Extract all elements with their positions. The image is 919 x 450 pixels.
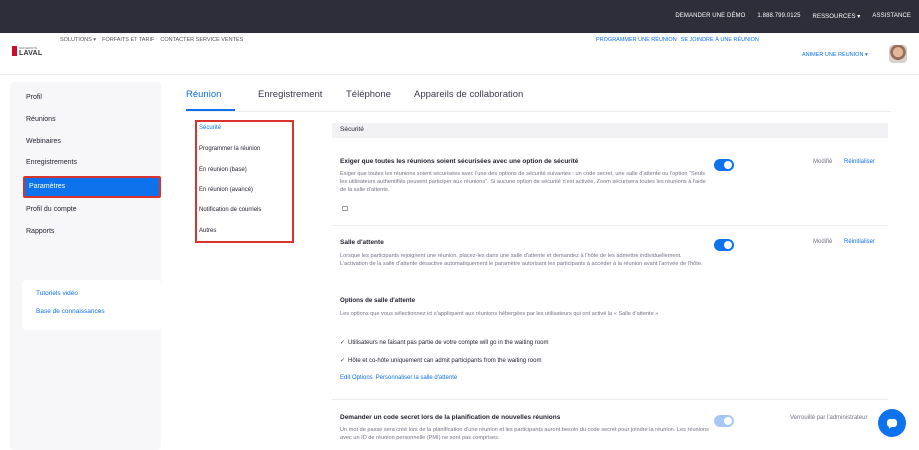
help-links-box <box>22 280 161 330</box>
sidebar-item-settings[interactable]: Paramètres <box>23 176 161 198</box>
require-passcode-desc: Un mot de passe sera créé lors de la pla… <box>340 427 709 441</box>
waiting-room-option-1-label: Utilisateurs ne faisant pas partie de vo… <box>348 340 549 346</box>
divider <box>332 399 888 400</box>
submenu-schedule-meeting[interactable]: Programmer la réunion <box>199 146 260 152</box>
settings-submenu <box>195 120 294 243</box>
avatar[interactable] <box>889 45 907 63</box>
active-tab-indicator <box>186 109 235 111</box>
video-tutorials-link[interactable]: Tutoriels vidéo <box>36 290 78 297</box>
require-passcode-title: Demander un code secret lors de la plani… <box>340 414 561 421</box>
schedule-meeting-link[interactable]: PROGRAMMER UNE RÉUNION <box>596 37 677 43</box>
sidebar-item-meetings[interactable]: Réunions <box>26 116 56 123</box>
info-icon <box>342 206 348 211</box>
customize-waiting-room-link[interactable]: Personnaliser la salle d'attente <box>376 375 458 381</box>
waiting-room-reset-link[interactable]: Réinitialiser <box>844 239 875 245</box>
waiting-room-desc: Lorsque les participants rejoignent une … <box>340 253 703 267</box>
waiting-room-toggle[interactable] <box>714 239 734 251</box>
main-nav: SOLUTIONS ▾ FORFAITS ET TARIF CONTACTER … <box>60 37 243 43</box>
top-bar: DEMANDER UNE DÉMO 1.888.799.0125 RESSOUR… <box>0 0 919 33</box>
top-links: DEMANDER UNE DÉMO 1.888.799.0125 RESSOUR… <box>675 13 911 20</box>
tab-meeting[interactable]: Réunion <box>186 89 221 100</box>
divider <box>332 225 888 226</box>
sidebar-item-settings-label: Paramètres <box>29 183 66 190</box>
nav-pricing[interactable]: FORFAITS ET TARIF <box>102 37 154 43</box>
nav-contact-sales[interactable]: CONTACTER SERVICE VENTES <box>160 37 243 43</box>
require-security-status: Modifié <box>813 159 833 165</box>
sidebar-item-recordings[interactable]: Enregistrements <box>26 159 77 166</box>
request-demo-link[interactable]: DEMANDER UNE DÉMO <box>675 13 745 20</box>
require-security-title: Exiger que toutes les réunions soient sé… <box>340 158 579 165</box>
sidebar-item-account-profile[interactable]: Profil du compte <box>26 206 77 213</box>
submenu-in-meeting-advanced[interactable]: En réunion (avancé) <box>199 187 253 193</box>
sidebar-item-webinars[interactable]: Webinaires <box>26 138 61 145</box>
require-passcode-locked-status: Verrouillé par l'administrateur <box>790 415 868 421</box>
nav-solutions[interactable]: SOLUTIONS ▾ <box>60 37 96 43</box>
require-security-reset-link[interactable]: Réinitialiser <box>844 159 875 165</box>
waiting-room-options-desc: Les options que vous sélectionnez ici s'… <box>340 311 659 317</box>
logo-mark <box>12 46 17 56</box>
host-meeting-menu[interactable]: ANIMER UNE RÉUNION ▾ <box>802 52 868 58</box>
resources-menu[interactable]: RESSOURCES ▾ <box>813 13 861 20</box>
waiting-room-option-2: ✓ Hôte et co-hôte uniquement can admit pa… <box>340 357 541 364</box>
tab-phone[interactable]: Téléphone <box>346 89 391 100</box>
sidebar-item-profile[interactable]: Profil <box>26 94 42 101</box>
phone-number[interactable]: 1.888.799.0125 <box>757 13 800 20</box>
waiting-room-option-1: ✓ Utilisateurs ne faisant pas partie de v… <box>340 339 548 346</box>
waiting-room-title: Salle d'attente <box>340 239 384 246</box>
support-link[interactable]: ASSISTANCE <box>872 13 911 20</box>
security-section-header: Sécurité <box>332 123 888 138</box>
section-title: Sécurité <box>340 126 364 133</box>
header-actions: PROGRAMMER UNE RÉUNION SE JOINDRE À UNE R… <box>596 37 759 43</box>
submenu-email-notification[interactable]: Notification de courriels <box>199 207 261 213</box>
join-meeting-link[interactable]: SE JOINDRE À UNE RÉUNION <box>681 37 759 43</box>
waiting-room-status: Modifié <box>813 239 833 245</box>
check-icon: ✓ <box>340 358 346 364</box>
university-logo[interactable]: UNIVERSITÉ LAVAL <box>12 46 42 62</box>
waiting-room-options-title: Options de salle d'attente <box>340 297 416 304</box>
knowledge-base-link[interactable]: Base de connaissances <box>36 308 105 315</box>
tab-recording[interactable]: Enregistrement <box>258 89 322 100</box>
tab-collaboration-devices[interactable]: Appareils de collaboration <box>414 89 523 100</box>
submenu-security[interactable]: Sécurité <box>199 125 221 131</box>
check-icon: ✓ <box>340 340 346 346</box>
sidebar-item-reports[interactable]: Rapports <box>26 228 54 235</box>
chat-help-button[interactable] <box>878 409 906 437</box>
submenu-other[interactable]: Autres <box>199 228 216 234</box>
main-header: UNIVERSITÉ LAVAL SOLUTIONS ▾ FORFAITS ET… <box>0 33 919 75</box>
submenu-in-meeting-basic[interactable]: En réunion (base) <box>199 167 247 173</box>
waiting-room-option-2-label: Hôte et co-hôte uniquement can admit par… <box>348 358 542 364</box>
require-security-toggle[interactable] <box>714 159 734 171</box>
waiting-room-links: Edit Options Personnaliser la salle d'att… <box>340 375 457 381</box>
logo-big-text: LAVAL <box>19 50 43 57</box>
require-security-desc: Exiger que toutes les réunions soient sé… <box>340 171 706 193</box>
require-passcode-toggle[interactable] <box>714 415 734 427</box>
tabs-divider <box>186 111 891 112</box>
edit-options-link[interactable]: Edit Options <box>340 375 373 381</box>
chat-icon <box>887 419 897 429</box>
